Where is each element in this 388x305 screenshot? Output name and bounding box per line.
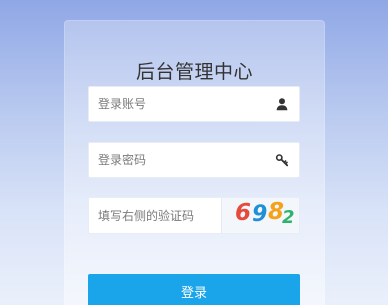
account-input[interactable] [89,87,259,121]
captcha-char: 6 [235,200,252,226]
key-icon [275,154,289,167]
captcha-input[interactable] [89,198,221,233]
page-title: 后台管理中心 [135,61,253,83]
password-field[interactable] [88,142,300,178]
captcha-image[interactable]: 6 9 8 2 [221,198,299,233]
captcha-char: 9 [252,202,268,227]
captcha-char: 2 [282,207,295,228]
password-input[interactable] [89,143,259,177]
account-field[interactable] [88,86,300,122]
login-button[interactable]: 登录 [88,274,300,305]
captcha-field: 6 9 8 2 [88,197,300,234]
user-icon [276,98,288,111]
